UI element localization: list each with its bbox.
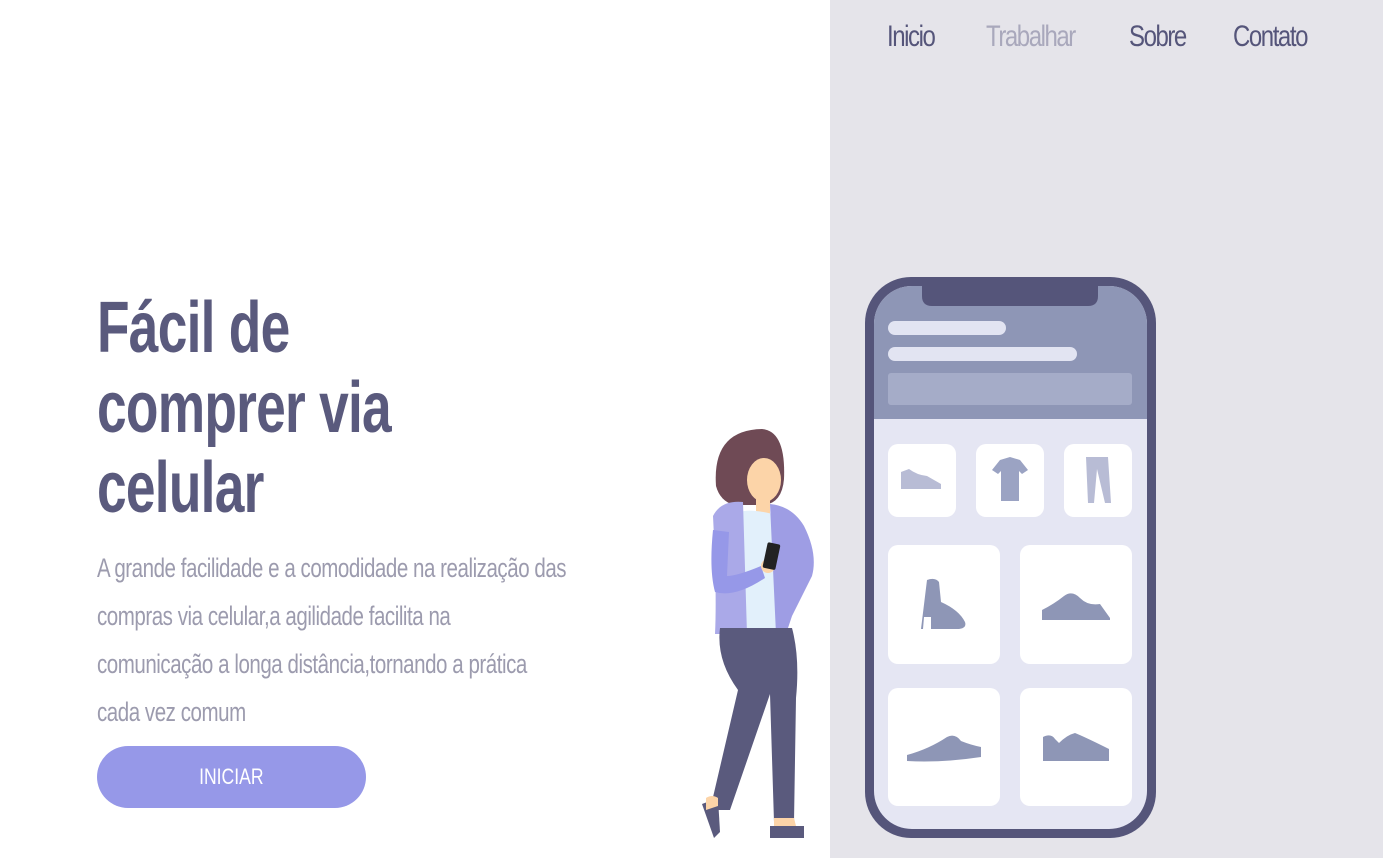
shopping-illustration — [702, 277, 1156, 838]
phone-illustration — [865, 277, 1156, 838]
woman-with-phone-illustration — [702, 429, 814, 838]
